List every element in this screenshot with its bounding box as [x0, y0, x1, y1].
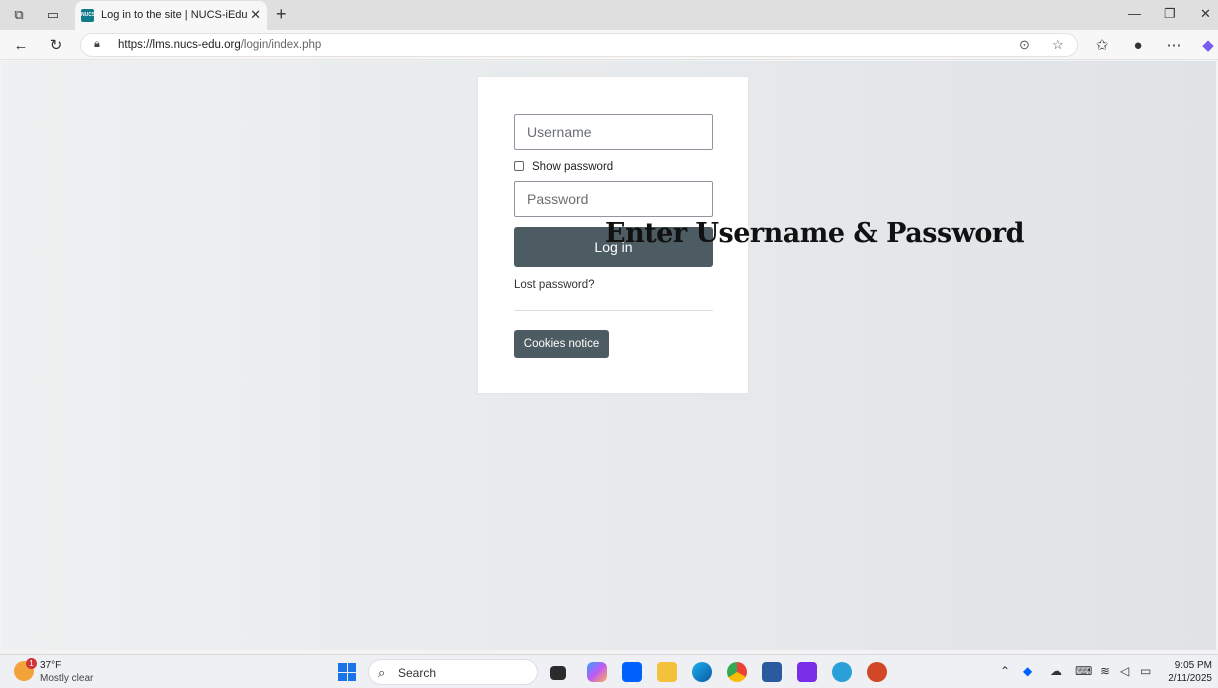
show-password-checkbox[interactable]	[514, 161, 524, 171]
restore-icon[interactable]: ❐	[1164, 6, 1176, 22]
volume-icon[interactable]: ◁	[1120, 664, 1129, 678]
username-placeholder: Username	[527, 124, 592, 140]
url-text[interactable]: https://lms.nucs-edu.org/login/index.php	[118, 39, 321, 51]
battery-icon[interactable]: ▭	[1140, 664, 1151, 678]
url-path: /login/index.php	[240, 39, 322, 51]
start-icon[interactable]	[338, 663, 356, 681]
weather-desc[interactable]: Mostly clear	[40, 673, 93, 684]
address-bar[interactable]: 🔒︎ https://lms.nucs-edu.org/login/index.…	[80, 33, 1078, 57]
dropbox-icon[interactable]	[622, 662, 642, 682]
telegram-icon[interactable]	[832, 662, 852, 682]
favorite-star-icon[interactable]: ☆	[1052, 37, 1064, 53]
keyboard-icon[interactable]: ⌨	[1075, 664, 1092, 678]
new-tab-icon[interactable]: +	[276, 4, 287, 25]
profile-icon[interactable]: ●	[1128, 35, 1148, 55]
cookies-notice-button[interactable]: Cookies notice	[514, 330, 609, 358]
bootstrap-studio-icon[interactable]	[797, 662, 817, 682]
edge-icon[interactable]	[692, 662, 712, 682]
chrome-icon[interactable]	[727, 662, 747, 682]
taskbar: 1 37°F Mostly clear ⌕ Search ⌃ ◆ ☁ ⌨ ≋ ◁…	[0, 654, 1218, 688]
browser-titlebar: ⧉ ▭ NUCS Log in to the site | NUCS-iEdu …	[0, 0, 1218, 30]
page-body: Username Show password Password Log in L…	[2, 61, 1216, 650]
overlay-caption: Enter Username & Password	[605, 218, 1025, 249]
clock-time[interactable]: 9:05 PM	[1175, 660, 1212, 671]
weather-temp[interactable]: 37°F	[40, 660, 61, 671]
onedrive-icon[interactable]: ☁	[1050, 664, 1062, 678]
tab-login[interactable]: NUCS Log in to the site | NUCS-iEdu ✕	[75, 1, 267, 30]
lost-password-link[interactable]: Lost password?	[514, 279, 595, 291]
show-hidden-icons-icon[interactable]: ⌃	[1000, 664, 1010, 678]
wifi-icon[interactable]: ≋	[1100, 664, 1110, 678]
copilot-app-icon[interactable]	[587, 662, 607, 682]
taskbar-search[interactable]: ⌕ Search	[368, 659, 538, 685]
password-input[interactable]: Password	[514, 181, 713, 217]
close-window-icon[interactable]: ✕	[1200, 6, 1211, 22]
tab-title: Log in to the site | NUCS-iEdu	[101, 9, 248, 21]
password-placeholder: Password	[527, 191, 589, 207]
taskview-icon[interactable]	[550, 666, 566, 680]
tab-favicon-icon: NUCS	[81, 9, 95, 22]
dropbox-tray-icon[interactable]: ◆	[1023, 664, 1032, 678]
weather-badge: 1	[26, 658, 37, 669]
powerpoint-icon[interactable]	[867, 662, 887, 682]
url-host: https://lms.nucs-edu.org	[118, 39, 241, 51]
show-password-label[interactable]: Show password	[532, 161, 613, 173]
store-icon[interactable]	[762, 662, 782, 682]
more-menu-icon[interactable]: ⋯	[1164, 35, 1184, 55]
tab-actions-icon[interactable]: ▭	[42, 5, 64, 25]
address-toolbar: ← ↻ 🔒︎ https://lms.nucs-edu.org/login/in…	[0, 30, 1218, 60]
file-explorer-icon[interactable]	[657, 662, 677, 682]
reader-icon[interactable]: ⊙	[1019, 37, 1030, 53]
divider	[514, 310, 713, 311]
favorites-icon[interactable]: ✩	[1092, 35, 1112, 55]
minimize-icon[interactable]: —	[1128, 6, 1141, 21]
search-icon: ⌕	[378, 665, 386, 680]
refresh-icon[interactable]: ↻	[46, 35, 66, 55]
clock-date[interactable]: 2/11/2025	[1168, 673, 1212, 684]
close-tab-icon[interactable]: ✕	[250, 7, 261, 23]
workspaces-icon[interactable]: ⧉	[8, 5, 30, 25]
lock-icon[interactable]: 🔒︎	[94, 38, 100, 51]
back-icon[interactable]: ←	[11, 35, 31, 55]
username-input[interactable]: Username	[514, 114, 713, 150]
taskbar-search-label: Search	[398, 666, 437, 680]
copilot-icon[interactable]: ◆	[1198, 35, 1218, 55]
